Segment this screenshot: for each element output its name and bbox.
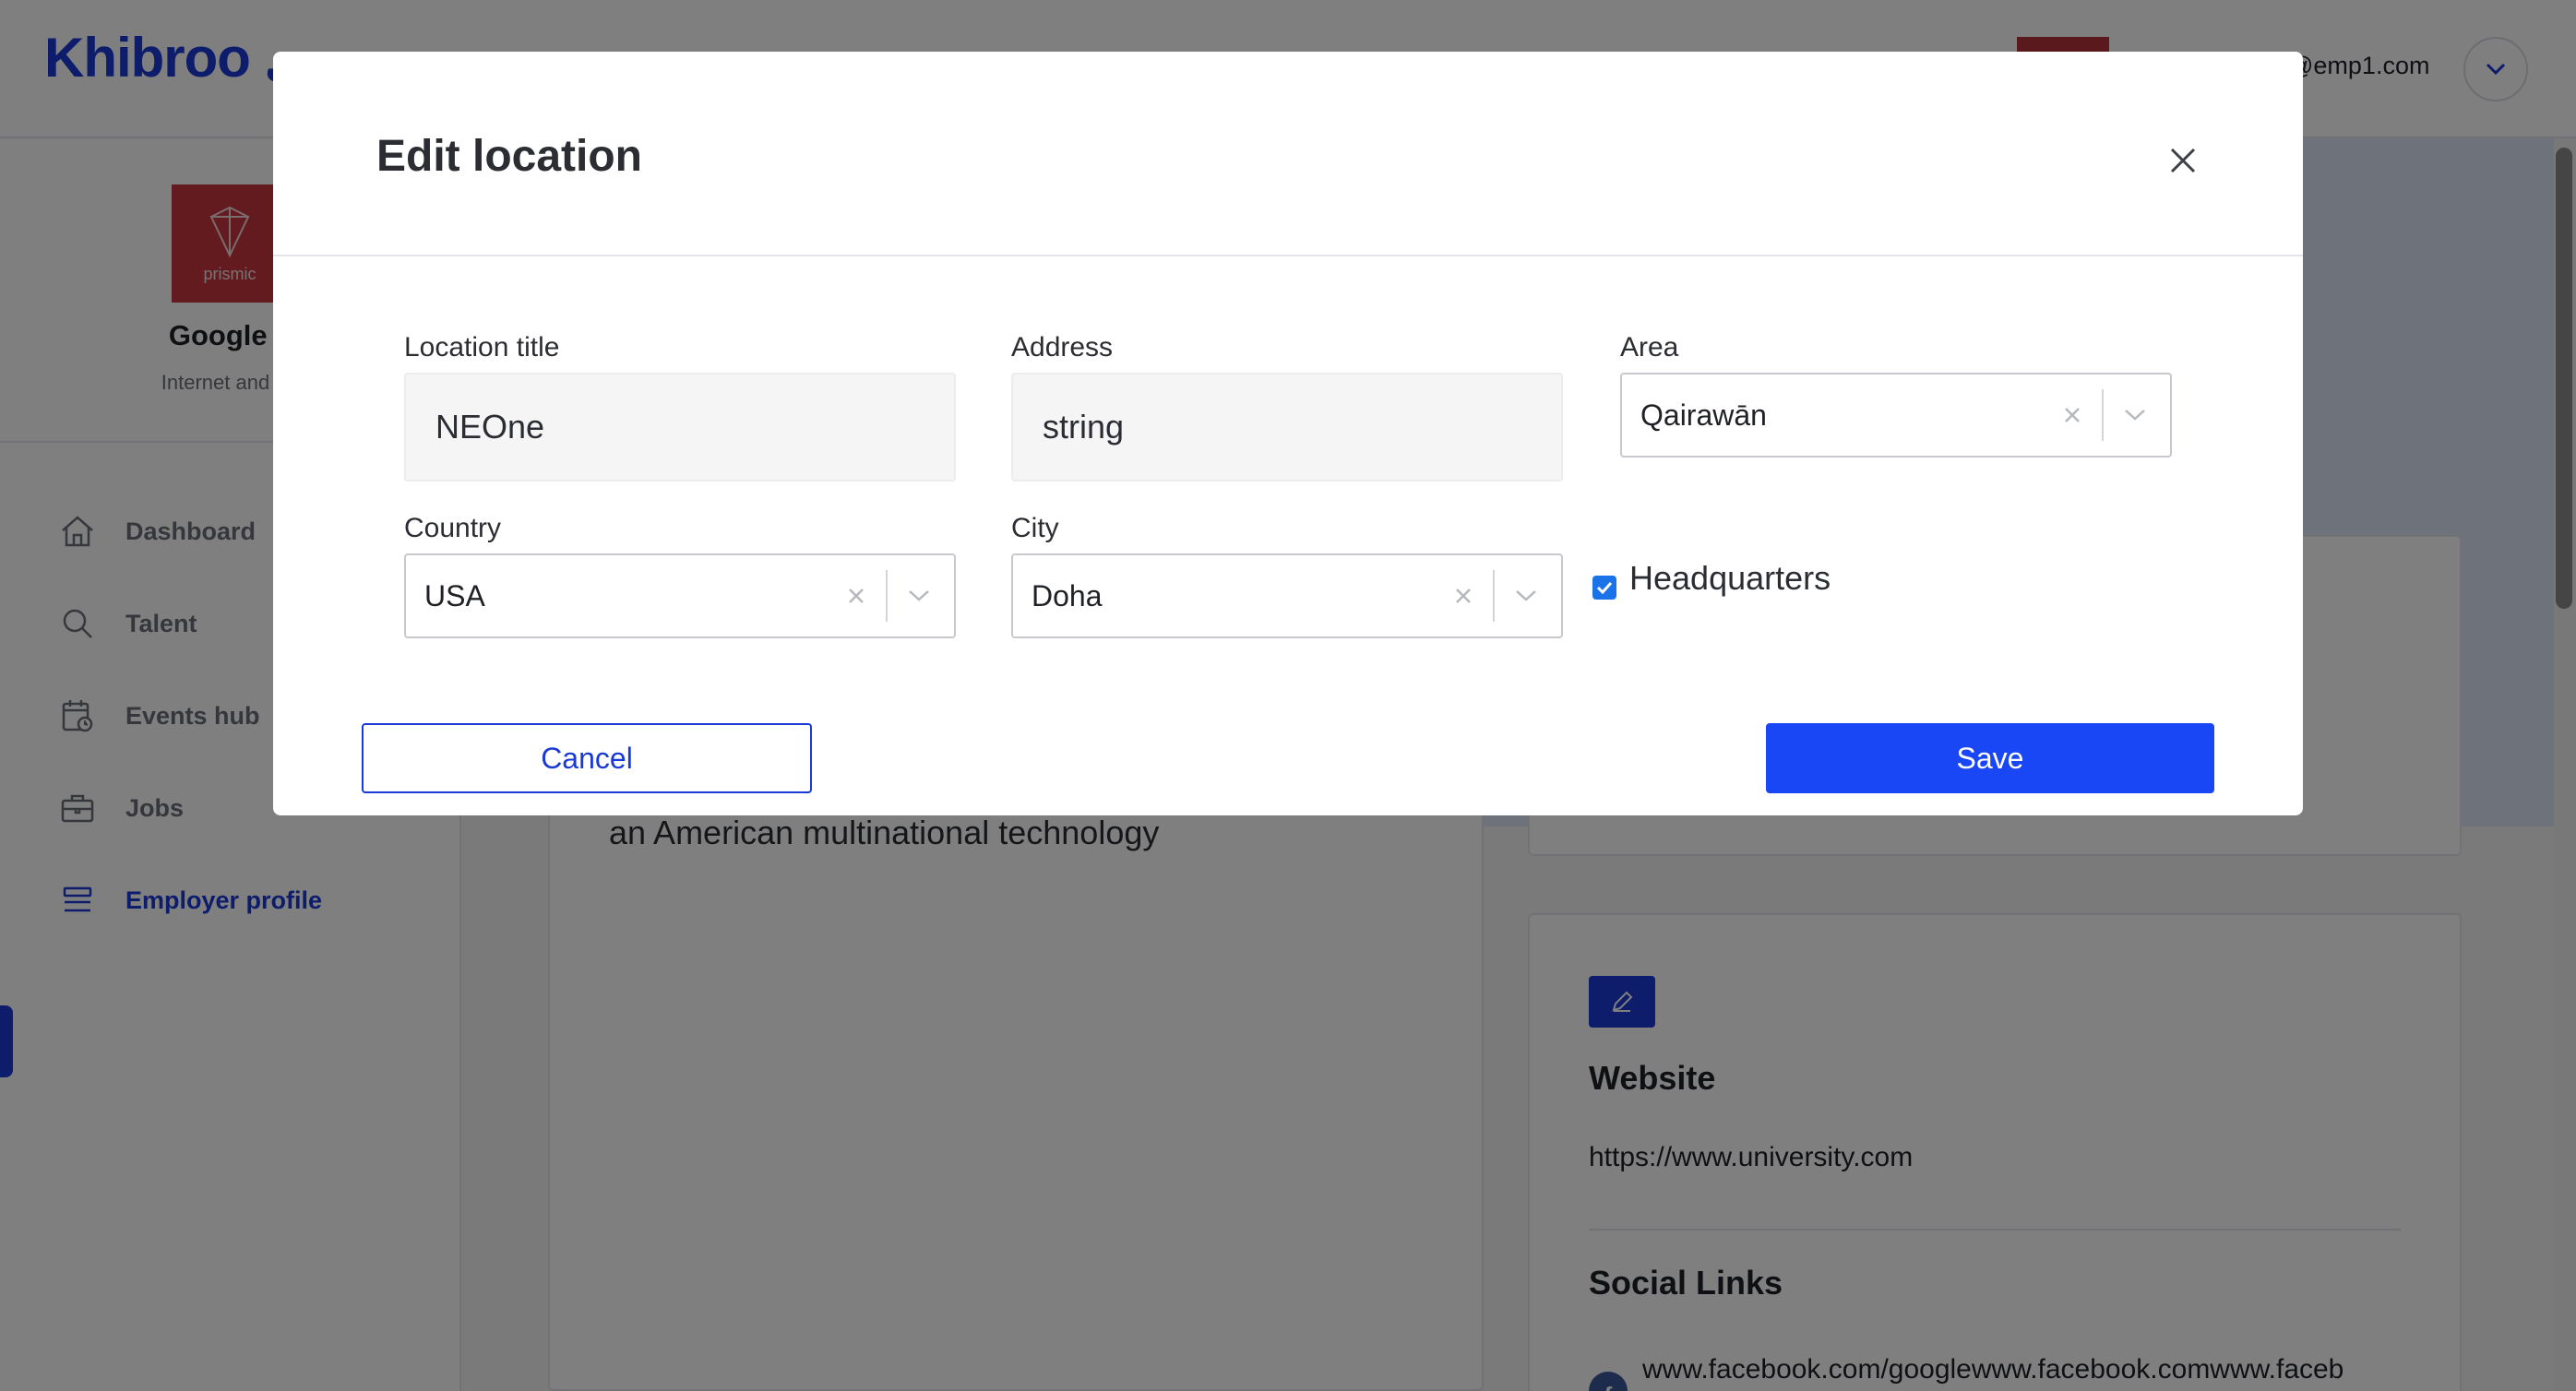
location-title-input[interactable]: NEOne	[404, 373, 956, 482]
area-label: Area	[1620, 332, 1679, 363]
country-select[interactable]: USA	[404, 553, 956, 638]
close-button[interactable]	[2161, 138, 2205, 183]
address-value: string	[1043, 408, 1125, 446]
address-label: Address	[1011, 332, 1114, 363]
edit-location-modal: Edit location Location title NEOne Addre…	[273, 52, 2303, 815]
city-select[interactable]: Doha	[1011, 553, 1563, 638]
chevron-down-icon[interactable]	[2115, 374, 2155, 456]
address-input[interactable]: string	[1011, 373, 1563, 482]
close-icon	[2170, 148, 2196, 173]
headquarters-checkbox[interactable]	[1592, 576, 1616, 600]
area-select[interactable]: Qairawān	[1620, 373, 2172, 458]
cancel-button[interactable]: Cancel	[362, 723, 812, 793]
location-title-value: NEOne	[435, 408, 545, 446]
modal-divider	[273, 255, 2303, 256]
clear-icon[interactable]	[1445, 555, 1482, 636]
app-root: Khibroo خبيرتي @emp1.com prismic Google …	[0, 0, 2576, 1391]
city-label: City	[1011, 513, 1059, 543]
clear-icon[interactable]	[2054, 374, 2091, 456]
city-value: Doha	[1032, 578, 1103, 612]
checkmark-icon	[1596, 581, 1613, 594]
modal-title: Edit location	[376, 132, 642, 181]
save-button[interactable]: Save	[1766, 723, 2214, 793]
select-separator	[1493, 570, 1495, 622]
select-separator	[2102, 389, 2104, 441]
headquarters-label[interactable]: Headquarters	[1629, 559, 1831, 598]
select-separator	[886, 570, 888, 622]
chevron-down-icon[interactable]	[1506, 555, 1546, 636]
country-label: Country	[404, 513, 502, 543]
location-title-label: Location title	[404, 332, 560, 363]
area-value: Qairawān	[1640, 398, 1767, 432]
clear-icon[interactable]	[838, 555, 875, 636]
chevron-down-icon[interactable]	[899, 555, 939, 636]
country-value: USA	[424, 578, 485, 612]
